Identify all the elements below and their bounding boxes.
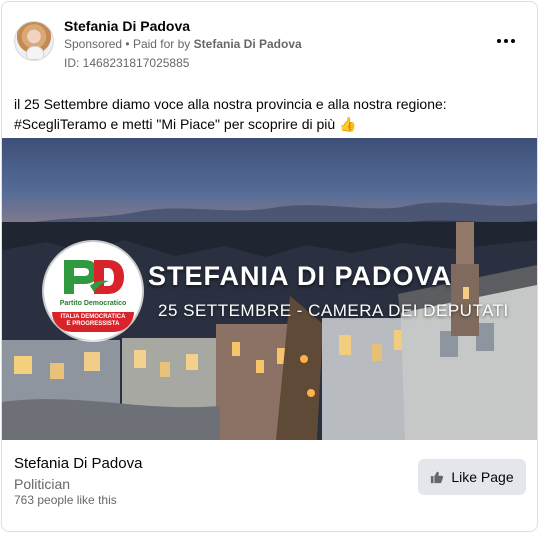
ellipsis-icon [497, 39, 501, 43]
sponsored-line: Sponsored • Paid for by Stefania Di Pado… [64, 36, 302, 52]
pd-party-name: Partito Democratico [59, 300, 127, 307]
campaign-image[interactable]: Partito Democratico ITALIA DEMOCRATICA E… [2, 138, 537, 440]
ad-id: ID: 1468231817025885 [64, 56, 190, 70]
paid-for-name: Stefania Di Padova [193, 37, 302, 51]
profile-avatar[interactable] [14, 21, 54, 61]
pd-logo-icon [60, 256, 126, 298]
post-text-line: il 25 Settembre diamo voce alla nostra p… [14, 96, 447, 112]
separator-dot: • [125, 37, 130, 51]
paid-for-label: Paid for by [132, 37, 191, 51]
page-footer: Stefania Di Padova Politician 763 people… [2, 440, 537, 530]
page-likes: 763 people like this [14, 493, 117, 507]
like-page-button[interactable]: Like Page [418, 459, 526, 495]
banner-name: STEFANIA DI PADOVA [148, 261, 453, 291]
page-name-link[interactable]: Stefania Di Padova [64, 17, 190, 35]
post-text-line: #ScegliTeramo e metti "Mi Piace" per sco… [14, 116, 357, 132]
pd-coalition-band: ITALIA DEMOCRATICA E PROGRESSISTA [52, 312, 134, 332]
page-category: Politician [14, 476, 71, 492]
banner-subtitle: 25 SETTEMBRE - CAMERA DEI DEPUTATI [158, 301, 509, 320]
pd-band-line: ITALIA DEMOCRATICA [60, 314, 126, 320]
ad-card: Stefania Di Padova Sponsored • Paid for … [1, 1, 538, 532]
thumbs-up-icon [431, 471, 444, 484]
ellipsis-dot [504, 39, 508, 43]
ellipsis-dot [511, 39, 515, 43]
post-text: il 25 Settembre diamo voce alla nostra p… [14, 94, 528, 134]
sponsored-label: Sponsored [64, 37, 123, 51]
pd-logo: Partito Democratico ITALIA DEMOCRATICA E… [44, 242, 142, 340]
post-header: Stefania Di Padova Sponsored • Paid for … [2, 2, 537, 82]
pd-band-line: E PROGRESSISTA [66, 321, 120, 327]
footer-page-name[interactable]: Stefania Di Padova [14, 454, 142, 474]
more-options-button[interactable] [492, 29, 520, 53]
like-page-label: Like Page [451, 469, 514, 485]
